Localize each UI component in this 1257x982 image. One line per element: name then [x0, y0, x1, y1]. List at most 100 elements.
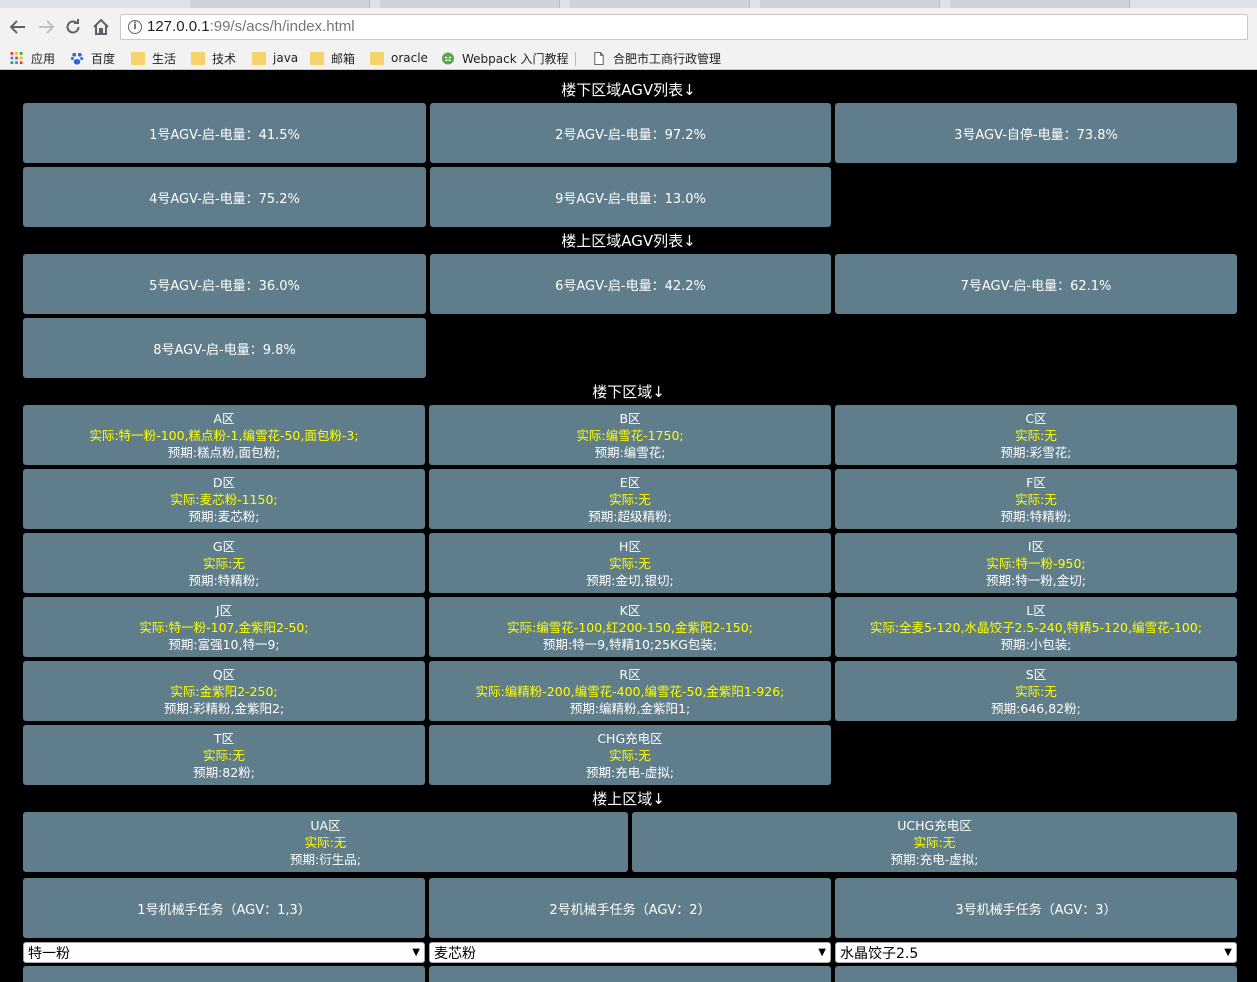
zone-card-c[interactable]: C区 实际:无 预期:彩雪花; [835, 405, 1237, 465]
forward-button[interactable] [35, 16, 57, 38]
robot-action-button[interactable] [835, 966, 1237, 982]
zone-expected: 预期:超级精粉; [588, 508, 672, 524]
browser-tab[interactable] [570, 0, 750, 8]
zone-card-h[interactable]: H区 实际:无 预期:金切,银切; [429, 533, 831, 593]
agv-card[interactable]: 7号AGV-启-电量：62.1% [835, 254, 1237, 314]
zone-expected: 预期:衍生品; [290, 851, 361, 867]
bookmark-label: 技术 [212, 51, 237, 66]
bookmark-folder-java[interactable]: java [252, 49, 298, 67]
zone-card-b[interactable]: B区 实际:编雪花-1750; 预期:编雪花; [429, 405, 831, 465]
zone-name: A区 [213, 410, 235, 426]
zone-actual: 实际:无 [1015, 491, 1057, 507]
bookmark-label: Webpack 入门教程 [462, 51, 569, 66]
zone-card-a[interactable]: A区 实际:特一粉-100,糕点粉-1,编雪花-50,面包粉-3; 预期:糕点粉… [23, 405, 425, 465]
zone-card-q[interactable]: Q区 实际:金紫阳2-250; 预期:彩精粉,金紫阳2; [23, 661, 425, 721]
zone-actual: 实际:无 [913, 834, 956, 850]
zone-actual: 实际:特一粉-100,糕点粉-1,编雪花-50,面包粉-3; [89, 427, 359, 443]
robot-task-card-1[interactable]: 1号机械手任务（AGV：1,3） [23, 878, 425, 938]
agv-card[interactable]: 8号AGV-启-电量：9.8% [23, 318, 426, 378]
bookmark-hefei[interactable]: 合肥市工商行政管理 [592, 49, 721, 67]
zone-actual: 实际:编雪花-100,红200-150,金紫阳2-150; [507, 619, 753, 635]
agv-card[interactable]: 9号AGV-启-电量：13.0% [430, 167, 831, 227]
robot-task-card-2[interactable]: 2号机械手任务（AGV：2） [429, 878, 831, 938]
zone-card-g[interactable]: G区 实际:无 预期:特精粉; [23, 533, 425, 593]
agv-card[interactable]: 6号AGV-启-电量：42.2% [430, 254, 831, 314]
robot-action-button[interactable] [23, 966, 425, 982]
robot-3-material-select[interactable]: 水晶饺子2.5 ▼ [835, 942, 1237, 963]
zone-card-l[interactable]: L区 实际:全麦5-120,水晶饺子2.5-240,特精5-120,编雪花-10… [835, 597, 1237, 657]
zone-name: C区 [1025, 410, 1047, 426]
zone-actual: 实际:无 [1015, 427, 1057, 443]
browser-tab[interactable] [950, 0, 1130, 8]
agv-card[interactable]: 3号AGV-自停-电量：73.8% [835, 103, 1237, 163]
dropdown-arrow-icon: ▼ [412, 947, 420, 958]
zone-card-chg[interactable]: CHG充电区 实际:无 预期:充电-虚拟; [429, 725, 831, 785]
zone-card-d[interactable]: D区 实际:麦芯粉-1150; 预期:麦芯粉; [23, 469, 425, 529]
back-button[interactable] [7, 16, 29, 38]
reload-button[interactable] [62, 16, 84, 38]
upstairs-agv-title: 楼上区域AGV列表↓ [561, 232, 696, 250]
robot-task-card-3[interactable]: 3号机械手任务（AGV：3） [835, 878, 1237, 938]
select-value: 特一粉 [28, 946, 70, 962]
reload-icon [66, 19, 80, 34]
browser-tab[interactable] [760, 0, 940, 8]
zone-name: E区 [619, 474, 641, 490]
folder-icon [252, 51, 266, 65]
folder-icon [191, 51, 205, 65]
bookmark-folder-oracle[interactable]: oracle [370, 49, 428, 67]
zone-expected: 预期:特精粉; [188, 572, 260, 588]
zone-name: R区 [619, 666, 641, 682]
zone-name: F区 [1026, 474, 1046, 490]
agv-card[interactable]: 1号AGV-启-电量：41.5% [23, 103, 426, 163]
robot-2-material-select[interactable]: 麦芯粉 ▼ [429, 942, 831, 963]
zone-card-uchg[interactable]: UCHG充电区 实际:无 预期:充电-虚拟; [632, 812, 1237, 872]
zone-actual: 实际:麦芯粉-1150; [170, 491, 278, 507]
browser-tab[interactable] [380, 0, 560, 8]
zone-expected: 预期:充电-虚拟; [586, 764, 674, 780]
bookmark-label: java [273, 51, 299, 65]
select-value: 水晶饺子2.5 [840, 946, 919, 962]
zone-name: K区 [619, 602, 641, 618]
zone-expected: 预期:小包装; [1000, 636, 1072, 652]
agv-card[interactable]: 5号AGV-启-电量：36.0% [23, 254, 426, 314]
zone-actual: 实际:无 [203, 555, 245, 571]
downstairs-zones-title: 楼下区域↓ [592, 383, 665, 401]
browser-tab[interactable] [190, 0, 370, 8]
zone-card-f[interactable]: F区 实际:无 预期:特精粉; [835, 469, 1237, 529]
bookmark-apps[interactable]: 应用 [10, 49, 55, 67]
zone-card-ua[interactable]: UA区 实际:无 预期:衍生品; [23, 812, 628, 872]
zone-actual: 实际:无 [609, 747, 651, 763]
bookmark-folder-life[interactable]: 生活 [131, 49, 176, 67]
folder-icon [370, 51, 384, 65]
bookmark-webpack[interactable]: Webpack 入门教程 [441, 49, 569, 67]
home-button[interactable] [90, 16, 112, 38]
page-icon [594, 51, 604, 65]
bookmark-label: 应用 [31, 51, 56, 66]
zone-expected: 预期:编精粉,金紫阳1; [569, 700, 691, 716]
zone-actual: 实际:特一粉-950; [986, 555, 1086, 571]
agv-card[interactable]: 2号AGV-启-电量：97.2% [430, 103, 831, 163]
robot-1-material-select[interactable]: 特一粉 ▼ [23, 942, 425, 963]
bookmark-baidu[interactable]: 百度 [70, 49, 115, 67]
page-content: 楼下区域AGV列表↓ 1号AGV-启-电量：41.5% 2号AGV-启-电量：9… [0, 71, 1257, 982]
bookmark-folder-tech[interactable]: 技术 [191, 49, 236, 67]
zone-card-t[interactable]: T区 实际:无 预期:82粉; [23, 725, 425, 785]
zone-card-s[interactable]: S区 实际:无 预期:646,82粉; [835, 661, 1237, 721]
zone-card-j[interactable]: J区 实际:特一粉-107,金紫阳2-50; 预期:富强10,特一9; [23, 597, 425, 657]
zone-card-i[interactable]: I区 实际:特一粉-950; 预期:特一粉,金切; [835, 533, 1237, 593]
zone-name: D区 [212, 474, 236, 490]
address-bar[interactable]: i 127.0.0.1:99/s/acs/h/index.html [120, 14, 1248, 40]
zone-card-k[interactable]: K区 实际:编雪花-100,红200-150,金紫阳2-150; 预期:特一9,… [429, 597, 831, 657]
zone-card-e[interactable]: E区 实际:无 预期:超级精粉; [429, 469, 831, 529]
bookmark-separator [575, 52, 576, 66]
zone-expected: 预期:646,82粉; [991, 700, 1081, 716]
robot-action-button[interactable] [429, 966, 831, 982]
back-arrow-icon [9, 20, 25, 34]
zone-actual: 实际:金紫阳2-250; [170, 683, 278, 699]
zone-card-r[interactable]: R区 实际:编精粉-200,编雪花-400,编雪花-50,金紫阳1-926; 预… [429, 661, 831, 721]
zone-name: I区 [1027, 538, 1045, 554]
bookmark-label: 生活 [152, 51, 177, 66]
info-icon[interactable]: i [128, 20, 142, 34]
bookmark-folder-mail[interactable]: 邮箱 [310, 49, 355, 67]
agv-card[interactable]: 4号AGV-启-电量：75.2% [23, 167, 426, 227]
